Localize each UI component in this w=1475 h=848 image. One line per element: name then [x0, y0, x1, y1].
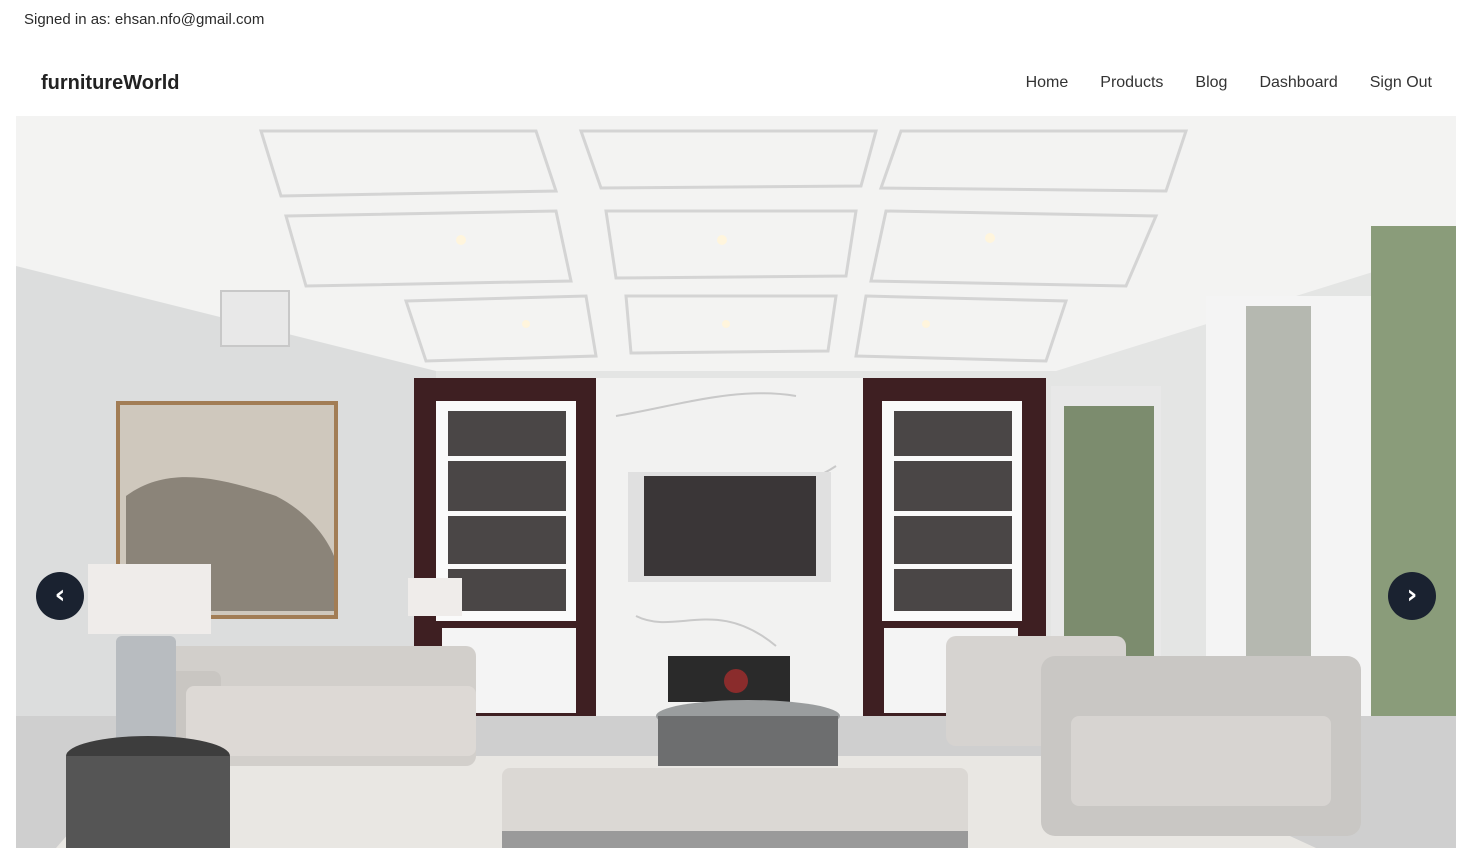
carousel-prev-button[interactable]: ‹ [36, 572, 84, 620]
brand-logo[interactable]: furnitureWorld [41, 72, 180, 95]
nav-products[interactable]: Products [1100, 74, 1163, 92]
signed-in-text: Signed in as: ehsan.nfo@gmail.com [24, 11, 265, 28]
living-room-image [16, 116, 1456, 848]
hero-carousel: ‹ › [16, 116, 1456, 848]
carousel-next-button[interactable]: › [1388, 572, 1436, 620]
nav-home[interactable]: Home [1026, 74, 1069, 92]
nav-dashboard[interactable]: Dashboard [1259, 74, 1337, 92]
nav-sign-out[interactable]: Sign Out [1370, 74, 1432, 92]
main-nav: Home Products Blog Dashboard Sign Out [1026, 74, 1432, 92]
nav-blog[interactable]: Blog [1195, 74, 1227, 92]
